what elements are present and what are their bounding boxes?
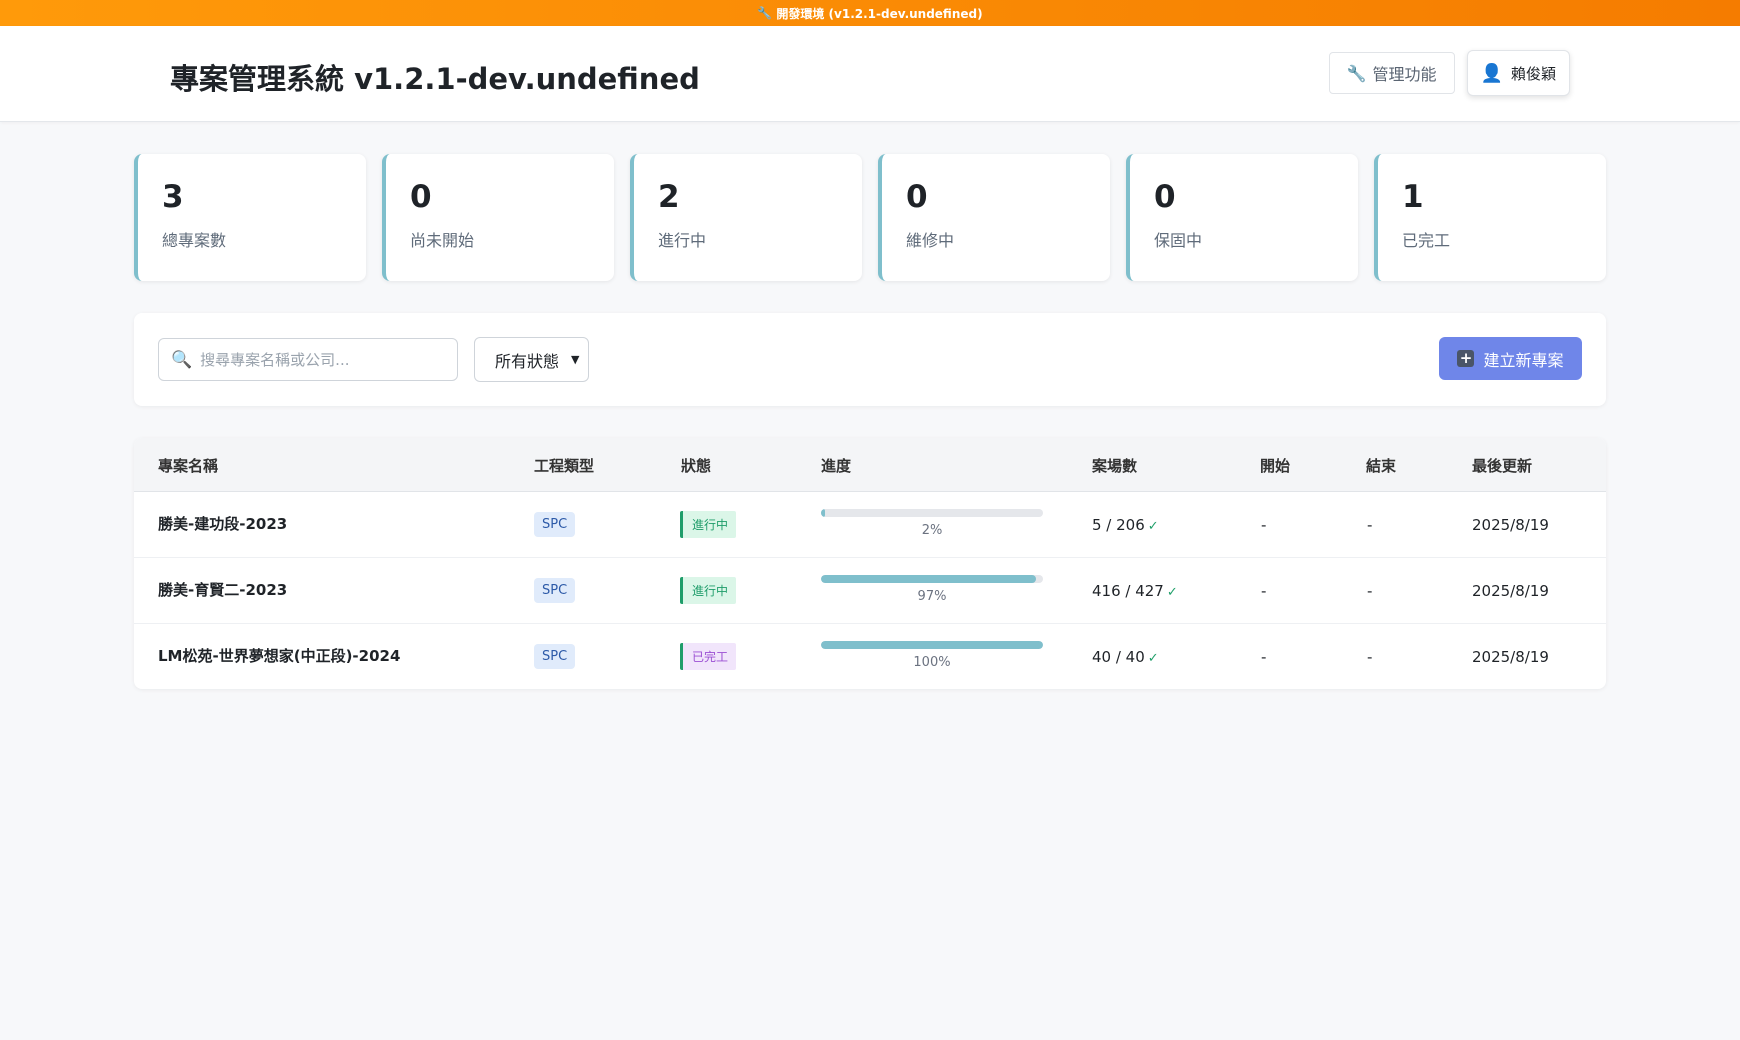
status-badge: 進行中 (680, 577, 737, 604)
column-header-start[interactable]: 開始 (1260, 455, 1290, 476)
check-icon: ✓ (1166, 585, 1178, 600)
table-row[interactable]: 勝美-建功段-2023 SPC 進行中 2% 5 / 206 ✓ - - 2025… (134, 492, 1606, 558)
stat-card-maintenance: 0 維修中 (878, 154, 1110, 281)
stat-card-warranty: 0 保固中 (1126, 154, 1358, 281)
end-date: - (1367, 648, 1373, 666)
progress-text: 97% (917, 589, 947, 604)
user-icon: 👤 (1480, 62, 1503, 84)
column-header-updated[interactable]: 最後更新 (1472, 455, 1532, 476)
site-count: 416 / 427 ✓ (1092, 582, 1178, 600)
stat-card-completed: 1 已完工 (1374, 154, 1606, 281)
environment-label: 開發環境 (v1.2.1-dev.undefined) (776, 6, 983, 21)
stat-value: 1 (1402, 179, 1424, 215)
progress-text: 100% (913, 655, 951, 670)
site-count-value: 416 / 427 (1092, 582, 1164, 600)
status-filter-value: 所有狀態 (495, 351, 560, 371)
stat-card-in-progress: 2 進行中 (630, 154, 862, 281)
progress-fill (821, 575, 1037, 583)
progress-track (821, 641, 1043, 649)
start-date: - (1261, 582, 1267, 600)
progress-track (821, 575, 1043, 583)
project-name[interactable]: LM松苑-世界夢想家(中正段)-2024 (158, 645, 400, 666)
stat-value: 0 (410, 179, 432, 215)
site-count: 40 / 40 ✓ (1092, 648, 1159, 666)
plus-icon: + (1457, 350, 1475, 367)
create-project-button[interactable]: + 建立新專案 (1439, 337, 1582, 380)
last-updated: 2025/8/19 (1472, 582, 1549, 600)
stat-card-not-started: 0 尚未開始 (382, 154, 614, 281)
stat-label: 保固中 (1154, 231, 1203, 250)
chevron-down-icon: ▼ (571, 353, 580, 366)
project-name[interactable]: 勝美-育賢二-2023 (158, 579, 287, 600)
status-badge: 進行中 (680, 511, 737, 538)
column-header-progress[interactable]: 進度 (821, 455, 851, 476)
column-header-sites[interactable]: 案場數 (1092, 455, 1137, 476)
site-count: 5 / 206 ✓ (1092, 516, 1159, 534)
search-box: 🔍 (158, 338, 458, 381)
search-input[interactable] (200, 350, 441, 369)
stat-label: 總專案數 (162, 231, 227, 250)
table-row[interactable]: 勝美-育賢二-2023 SPC 進行中 97% 416 / 427 ✓ - - 2… (134, 558, 1606, 624)
column-header-name[interactable]: 專案名稱 (158, 455, 218, 476)
type-badge: SPC (534, 644, 576, 669)
user-menu-button[interactable]: 👤 賴俊穎 (1466, 50, 1570, 96)
start-date: - (1261, 516, 1267, 534)
stat-value: 0 (906, 179, 928, 215)
project-name[interactable]: 勝美-建功段-2023 (158, 513, 287, 534)
last-updated: 2025/8/19 (1472, 648, 1549, 666)
app-header: 專案管理系統 v1.2.1-dev.undefined 🔧 管理功能 👤 賴俊穎 (0, 26, 1740, 122)
stat-value: 2 (658, 179, 680, 215)
site-count-value: 40 / 40 (1092, 648, 1145, 666)
page-title: 專案管理系統 v1.2.1-dev.undefined (170, 62, 700, 96)
stat-card-total: 3 總專案數 (134, 154, 366, 281)
progress-fill (821, 509, 826, 517)
projects-table: 專案名稱 工程類型 狀態 進度 案場數 開始 結束 最後更新 勝美-建功段-20… (134, 438, 1606, 689)
start-date: - (1261, 648, 1267, 666)
progress-text: 2% (921, 523, 943, 538)
stat-label: 已完工 (1402, 231, 1451, 250)
end-date: - (1367, 516, 1373, 534)
stats-row: 3 總專案數 0 尚未開始 2 進行中 0 維修中 0 保固中 1 已完工 (134, 154, 1606, 281)
stat-label: 進行中 (658, 231, 707, 250)
create-project-label: 建立新專案 (1483, 350, 1564, 370)
check-icon: ✓ (1147, 519, 1159, 534)
user-name: 賴俊穎 (1510, 64, 1556, 83)
admin-functions-label: 管理功能 (1372, 65, 1437, 84)
last-updated: 2025/8/19 (1472, 516, 1549, 534)
stat-label: 維修中 (906, 231, 955, 250)
status-badge: 已完工 (680, 643, 737, 670)
column-header-end[interactable]: 結束 (1366, 455, 1396, 476)
stat-label: 尚未開始 (410, 231, 475, 250)
progress-track (821, 509, 1043, 517)
header-actions: 🔧 管理功能 👤 賴俊穎 (1328, 50, 1570, 96)
progress-bar: 97% (821, 575, 1043, 604)
filter-toolbar: 🔍 所有狀態 ▼ + 建立新專案 (134, 313, 1606, 406)
wrench-icon: 🔧 (757, 6, 773, 20)
admin-functions-button[interactable]: 🔧 管理功能 (1328, 52, 1455, 94)
stat-value: 0 (1154, 179, 1176, 215)
type-badge: SPC (534, 512, 576, 537)
column-header-status[interactable]: 狀態 (681, 455, 711, 476)
progress-bar: 100% (821, 641, 1043, 670)
progress-fill (821, 641, 1043, 649)
wrench-icon: 🔧 (1346, 63, 1367, 83)
progress-bar: 2% (821, 509, 1043, 538)
search-icon: 🔍 (171, 349, 193, 370)
table-header: 專案名稱 工程類型 狀態 進度 案場數 開始 結束 最後更新 (134, 438, 1606, 492)
type-badge: SPC (534, 578, 576, 603)
status-filter-select[interactable]: 所有狀態 ▼ (474, 337, 589, 382)
stat-value: 3 (162, 179, 184, 215)
table-row[interactable]: LM松苑-世界夢想家(中正段)-2024 SPC 已完工 100% 40 / 4… (134, 624, 1606, 689)
environment-banner: 🔧 開發環境 (v1.2.1-dev.undefined) (0, 0, 1740, 26)
end-date: - (1367, 582, 1373, 600)
column-header-type[interactable]: 工程類型 (534, 455, 594, 476)
site-count-value: 5 / 206 (1092, 516, 1145, 534)
check-icon: ✓ (1147, 651, 1159, 666)
